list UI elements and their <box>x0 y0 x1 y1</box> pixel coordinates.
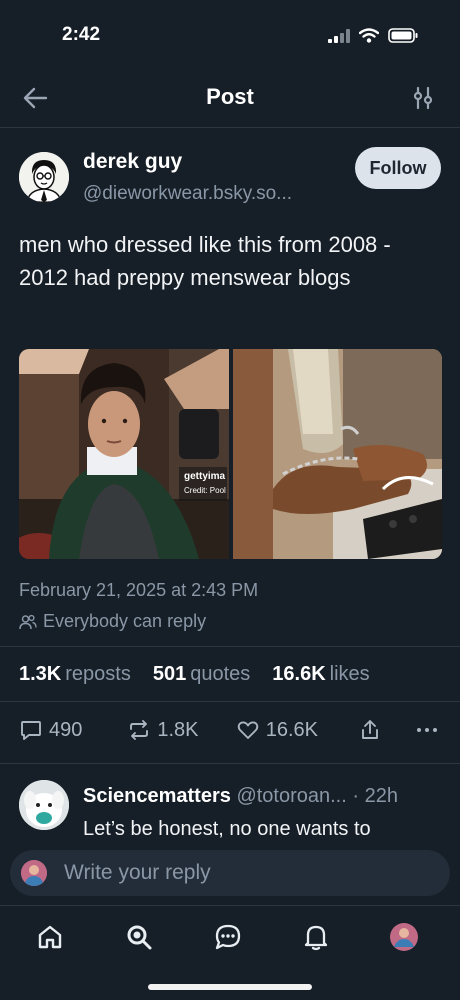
reply-button[interactable]: 490 <box>19 718 127 742</box>
composer-avatar <box>21 860 47 886</box>
divider <box>0 701 460 702</box>
quotes-stat[interactable]: 501 quotes <box>153 663 250 686</box>
reply-avatar[interactable] <box>19 780 69 830</box>
likes-stat[interactable]: 16.6K likes <box>272 663 369 686</box>
comment-icon <box>21 721 41 740</box>
home-icon <box>38 925 62 949</box>
reply-text: Let’s be honest, no one wants to <box>83 818 371 840</box>
reposts-count: 1.3K <box>19 663 62 685</box>
photo-man-in-courtroom: gettyima Credit: Pool <box>19 349 229 559</box>
people-icon <box>19 614 37 629</box>
reply-count: 490 <box>49 718 83 741</box>
tab-home[interactable] <box>33 920 67 954</box>
author-display-name[interactable]: derek guy <box>83 150 182 174</box>
dog-avatar-illustration <box>19 780 69 830</box>
share-icon <box>361 720 378 739</box>
back-button[interactable] <box>20 84 52 112</box>
follow-button[interactable]: Follow <box>355 147 441 189</box>
tab-notifications[interactable] <box>299 920 333 954</box>
bell-icon <box>304 925 328 951</box>
divider <box>0 763 460 764</box>
home-indicator <box>148 984 312 990</box>
post-image-right[interactable] <box>233 349 442 559</box>
profile-avatar <box>390 923 418 951</box>
reply-author-name[interactable]: Sciencematters <box>83 785 231 807</box>
repost-count: 1.8K <box>157 718 199 741</box>
reply-permission-label: Everybody can reply <box>43 611 207 631</box>
reply-composer[interactable]: Write your reply <box>10 850 450 896</box>
wifi-icon <box>359 28 379 43</box>
post-stats: 1.3K reposts 501 quotes 16.6K likes <box>19 663 370 686</box>
like-button[interactable]: 16.6K <box>236 718 358 742</box>
tab-chat[interactable] <box>211 920 245 954</box>
signal-icon <box>328 28 350 43</box>
quotes-label: quotes <box>190 663 251 685</box>
author-handle[interactable]: @dieworkwear.bsky.so... <box>83 183 292 205</box>
author-avatar[interactable] <box>19 152 69 202</box>
heart-icon <box>237 721 258 739</box>
photo-shackled-loafers <box>233 349 442 559</box>
tab-profile[interactable] <box>387 920 421 954</box>
divider <box>0 646 460 647</box>
battery-icon <box>388 28 418 43</box>
reposts-label: reposts <box>65 663 131 685</box>
likes-label: likes <box>329 663 370 685</box>
status-time: 2:42 <box>62 24 101 45</box>
thread-settings-button[interactable] <box>410 85 436 111</box>
quotes-count: 501 <box>152 663 187 685</box>
avatar-illustration <box>19 152 69 202</box>
composer-placeholder: Write your reply <box>64 861 211 884</box>
chat-icon <box>215 924 241 950</box>
like-count: 16.6K <box>265 718 318 741</box>
more-dots-icon <box>417 728 438 732</box>
repost-icon <box>130 720 149 740</box>
repost-button[interactable]: 1.8K <box>127 718 235 742</box>
tabbar-divider <box>0 905 460 906</box>
reply-permission[interactable]: Everybody can reply <box>19 611 206 632</box>
tab-search[interactable] <box>122 920 156 954</box>
share-button[interactable] <box>358 718 415 742</box>
arrow-left-icon <box>23 87 48 109</box>
more-options-button[interactable] <box>415 718 439 742</box>
post-image-left[interactable]: gettyima Credit: Pool <box>19 349 229 559</box>
image-watermark: gettyima <box>184 471 226 482</box>
reply-author-line[interactable]: Sciencematters @totoroan... · 22h <box>83 785 398 808</box>
reply-author-handle[interactable]: @totoroan... <box>236 785 346 807</box>
likes-count: 16.6K <box>272 663 326 685</box>
header-divider <box>0 127 460 128</box>
user-avatar-illustration <box>21 860 47 886</box>
page-title: Post <box>206 84 254 109</box>
search-icon <box>127 925 152 950</box>
post-timestamp: February 21, 2025 at 2:43 PM <box>19 580 259 600</box>
reply-time: · 22h <box>352 785 398 807</box>
post-text: men who dressed like this from 2008 - 20… <box>19 232 391 290</box>
status-icons <box>328 28 418 43</box>
post-actions: 490 1.8K 16.6K <box>19 718 439 742</box>
reposts-stat[interactable]: 1.3K reposts <box>19 663 131 686</box>
image-credit: Credit: Pool <box>184 486 226 495</box>
tab-bar <box>0 912 460 962</box>
sliders-icon <box>413 86 433 110</box>
